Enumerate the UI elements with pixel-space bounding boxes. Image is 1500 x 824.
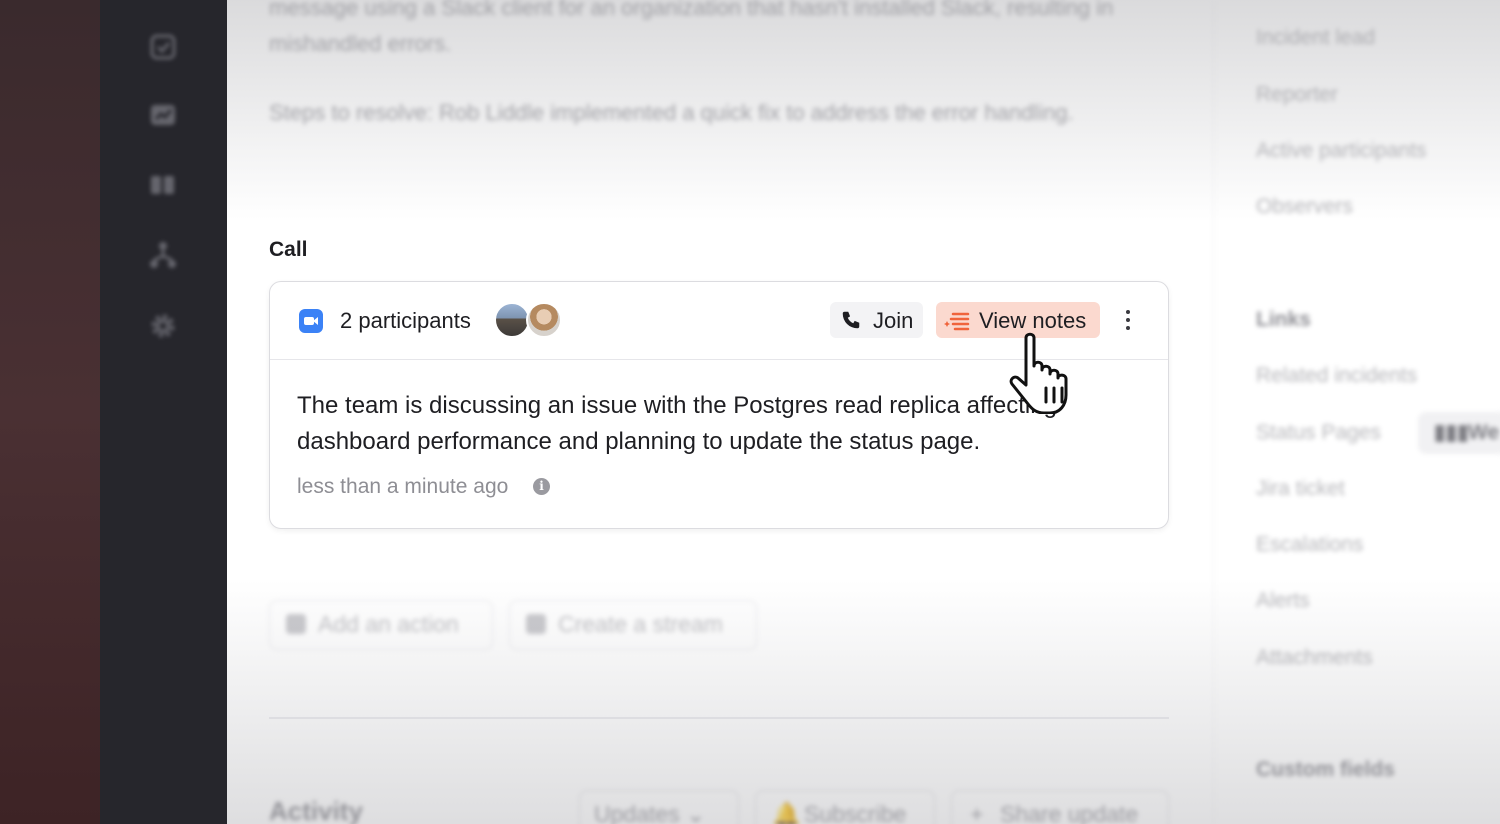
updates-filter-label: Updates: [594, 801, 680, 824]
hand-pointer-cursor-icon: [1009, 332, 1068, 414]
catalog-icon[interactable]: [148, 170, 178, 200]
role-reporter[interactable]: Reporter: [1256, 83, 1338, 107]
status-page-chip-label: We: [1468, 421, 1500, 444]
bell-icon: 🔔: [772, 801, 801, 824]
stream-branch-icon: [526, 614, 546, 634]
insights-icon[interactable]: [148, 100, 178, 130]
background-backdrop: [0, 0, 100, 824]
participants-count: 2 participants: [340, 308, 471, 333]
incident-description-paragraph: message using a Slack client for an orga…: [269, 0, 1114, 56]
role-active-participants[interactable]: Active participants: [1256, 139, 1426, 163]
custom-fields-heading: Custom fields: [1256, 758, 1395, 781]
add-action-icon: [286, 614, 306, 634]
link-related-incidents[interactable]: Related incidents: [1256, 364, 1417, 388]
link-status-pages[interactable]: Status Pages: [1256, 421, 1381, 445]
more-options-icon[interactable]: [1118, 306, 1138, 336]
incident-properties-panel: Incident lead Reporter Active participan…: [1213, 0, 1500, 824]
ai-notes-icon: [944, 312, 970, 331]
add-action-label: Add an action: [318, 611, 459, 637]
phone-icon: [842, 311, 860, 329]
share-update-label: Share update: [1000, 801, 1139, 824]
role-incident-lead[interactable]: Incident lead: [1256, 26, 1375, 50]
create-stream-button[interactable]: Create a stream: [509, 600, 757, 650]
section-divider: [269, 717, 1169, 719]
participant-avatar: [526, 302, 562, 338]
info-icon[interactable]: i: [533, 478, 550, 495]
updates-filter-dropdown[interactable]: Updates ⌄: [579, 790, 739, 824]
settings-gear-icon[interactable]: [148, 311, 178, 341]
chevron-down-icon: ⌄: [686, 801, 706, 824]
workflows-icon[interactable]: [148, 240, 178, 270]
call-section-heading: Call: [269, 238, 308, 261]
link-jira-ticket[interactable]: Jira ticket: [1256, 477, 1345, 501]
activity-heading: Activity: [269, 796, 363, 824]
role-observers[interactable]: Observers: [1256, 195, 1353, 219]
share-update-button[interactable]: + Share update: [951, 790, 1169, 824]
create-stream-label: Create a stream: [558, 611, 723, 637]
subscribe-label: Subscribe: [804, 801, 907, 824]
incidents-icon[interactable]: [148, 32, 178, 62]
join-call-button[interactable]: Join: [830, 302, 923, 338]
join-call-label: Join: [873, 308, 914, 333]
status-bars-icon: ▮▮▮: [1434, 421, 1469, 444]
add-action-button[interactable]: Add an action: [269, 600, 493, 650]
participant-avatar: [494, 302, 530, 338]
zoom-video-icon: [299, 309, 323, 333]
subscribe-button[interactable]: 🔔 Subscribe: [755, 790, 935, 824]
call-timestamp: less than a minute ago: [297, 475, 509, 498]
link-escalations[interactable]: Escalations: [1256, 533, 1363, 557]
status-page-chip[interactable]: ▮▮▮ We: [1418, 412, 1500, 454]
link-alerts[interactable]: Alerts: [1256, 589, 1310, 613]
steps-to-resolve-paragraph: Steps to resolve: Rob Liddle implemented…: [269, 100, 1074, 125]
link-attachments[interactable]: Attachments: [1256, 646, 1373, 670]
plus-icon: +: [970, 801, 984, 824]
links-heading: Links: [1256, 308, 1311, 331]
